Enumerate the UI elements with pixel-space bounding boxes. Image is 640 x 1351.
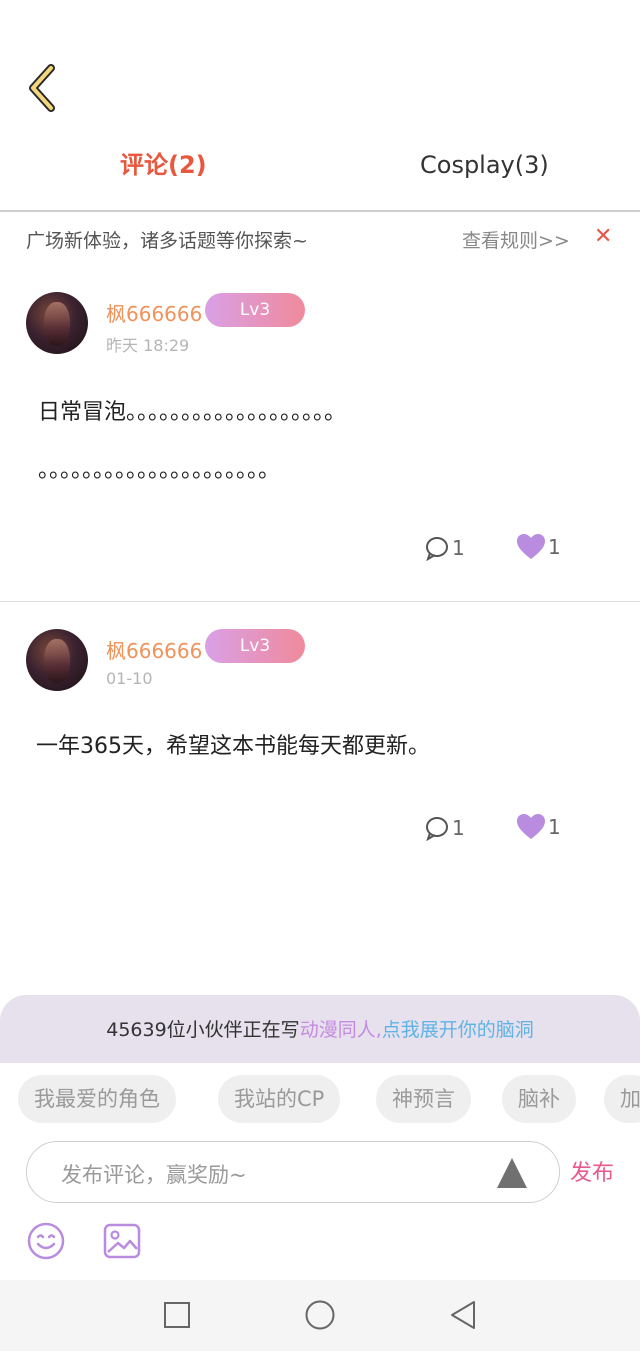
send-arrow-icon[interactable]	[495, 1156, 529, 1190]
comment-input[interactable]: 发布评论，赢奖励~	[26, 1141, 560, 1203]
comment-body-line: 日常冒泡。。。。。。。。。。。。。。。。。。。	[38, 400, 347, 425]
tabs-divider	[0, 210, 640, 212]
topic-chip[interactable]: 我站的CP	[218, 1075, 341, 1123]
banner-text: 45639位小伙伴正在写	[106, 1019, 300, 1041]
recent-apps-button[interactable]	[160, 1298, 194, 1332]
notice-bar: 广场新体验，诸多话题等你探索~ 查看规则>> ✕	[0, 222, 640, 258]
system-back-button[interactable]	[446, 1298, 480, 1332]
comment-time: 01-10	[106, 669, 153, 688]
heart-icon	[517, 814, 545, 839]
comment-body[interactable]: 日常冒泡。。。。。。。。。。。。。。。。。。。 。。。。。。。。。。。。。。。。…	[38, 384, 598, 500]
publish-button[interactable]: 发布	[570, 1155, 614, 1187]
topic-chip[interactable]: 脑补	[502, 1075, 576, 1123]
comment-body[interactable]: 一年365天，希望这本书能每天都更新。	[36, 718, 596, 776]
username[interactable]: 枫666666	[106, 635, 202, 664]
like-button[interactable]: 1	[516, 533, 561, 561]
close-icon[interactable]: ✕	[594, 224, 612, 249]
reply-button[interactable]: 1	[424, 535, 465, 561]
image-icon[interactable]	[102, 1221, 142, 1261]
comment-bubble-icon	[426, 537, 448, 561]
notice-text: 广场新体验，诸多话题等你探索~	[26, 230, 308, 252]
avatar[interactable]	[26, 629, 88, 691]
reply-count: 1	[452, 816, 465, 840]
reply-count: 1	[452, 536, 465, 560]
home-button[interactable]	[303, 1298, 337, 1332]
level-badge: Lv3	[205, 629, 305, 663]
comment-divider	[0, 601, 640, 602]
recent-apps-icon	[164, 1302, 190, 1328]
chevron-left-icon	[29, 64, 55, 112]
tab-cosplay[interactable]: Cosplay(3)	[420, 130, 549, 200]
system-nav-bar	[0, 1280, 640, 1351]
view-rules-link[interactable]: 查看规则>>	[462, 226, 570, 253]
topic-chip[interactable]: 神预言	[376, 1075, 471, 1123]
back-triangle-icon	[451, 1301, 475, 1329]
reply-button[interactable]: 1	[424, 815, 465, 841]
like-button[interactable]: 1	[516, 813, 561, 841]
tab-bar: 评论(2) Cosplay(3)	[0, 130, 640, 200]
topic-chips: 我最爱的角色 我站的CP 神预言 脑补 加	[0, 1071, 640, 1125]
home-icon	[305, 1300, 335, 1330]
heart-icon	[517, 534, 545, 559]
comment-time: 昨天 18:29	[106, 336, 190, 355]
like-count: 1	[548, 535, 561, 559]
comment-body-line: 一年365天，希望这本书能每天都更新。	[36, 734, 430, 759]
level-badge: Lv3	[205, 293, 305, 327]
comment-input-placeholder: 发布评论，赢奖励~	[61, 1163, 247, 1187]
comment-body-line: 。。。。。。。。。。。。。。。。。。。。。	[38, 458, 281, 483]
composer-tools	[0, 1221, 640, 1271]
comment-input-row: 发布评论，赢奖励~ 发布	[0, 1137, 640, 1207]
comment-bubble-icon	[426, 817, 448, 841]
back-button[interactable]	[20, 62, 64, 114]
emoji-icon[interactable]	[26, 1221, 66, 1261]
username[interactable]: 枫666666	[106, 298, 202, 327]
banner-cta: 点我展开你的脑洞	[381, 1019, 534, 1041]
banner-topic: 动漫同人,	[299, 1019, 382, 1041]
topic-chip[interactable]: 加	[604, 1075, 640, 1123]
like-count: 1	[548, 815, 561, 839]
tab-comments[interactable]: 评论(2)	[120, 130, 207, 200]
avatar[interactable]	[26, 292, 88, 354]
topic-banner[interactable]: 45639位小伙伴正在写动漫同人,点我展开你的脑洞	[0, 995, 640, 1063]
topic-chip[interactable]: 我最爱的角色	[18, 1075, 176, 1123]
